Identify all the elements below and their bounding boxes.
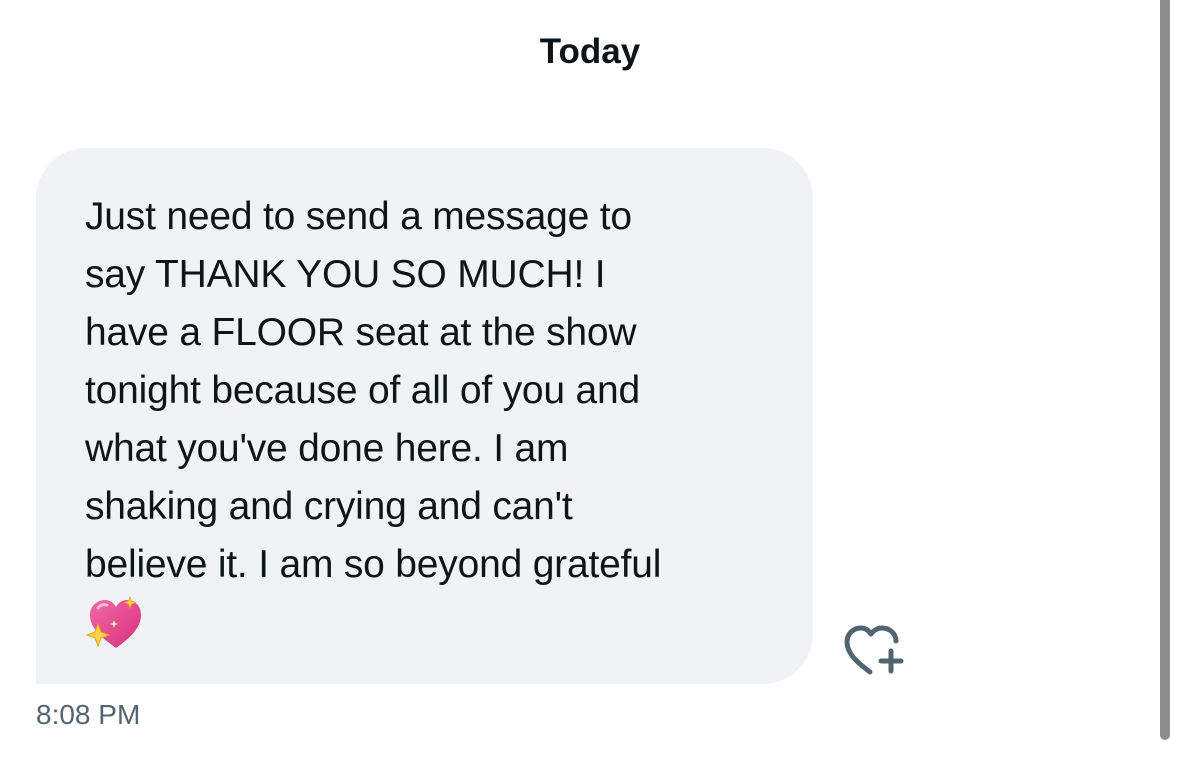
heart-plus-icon <box>844 625 904 675</box>
date-header: Today <box>0 30 1178 74</box>
date-header-label: Today <box>539 32 641 71</box>
message-bubble[interactable]: Just need to send a message to say THANK… <box>36 148 813 684</box>
message-timestamp: 8:08 PM <box>36 699 141 730</box>
sparkling-heart-icon <box>85 595 141 648</box>
add-reaction-button[interactable] <box>840 620 906 678</box>
message-text: Just need to send a message to say THANK… <box>85 195 662 586</box>
scrollbar[interactable] <box>1160 0 1170 740</box>
